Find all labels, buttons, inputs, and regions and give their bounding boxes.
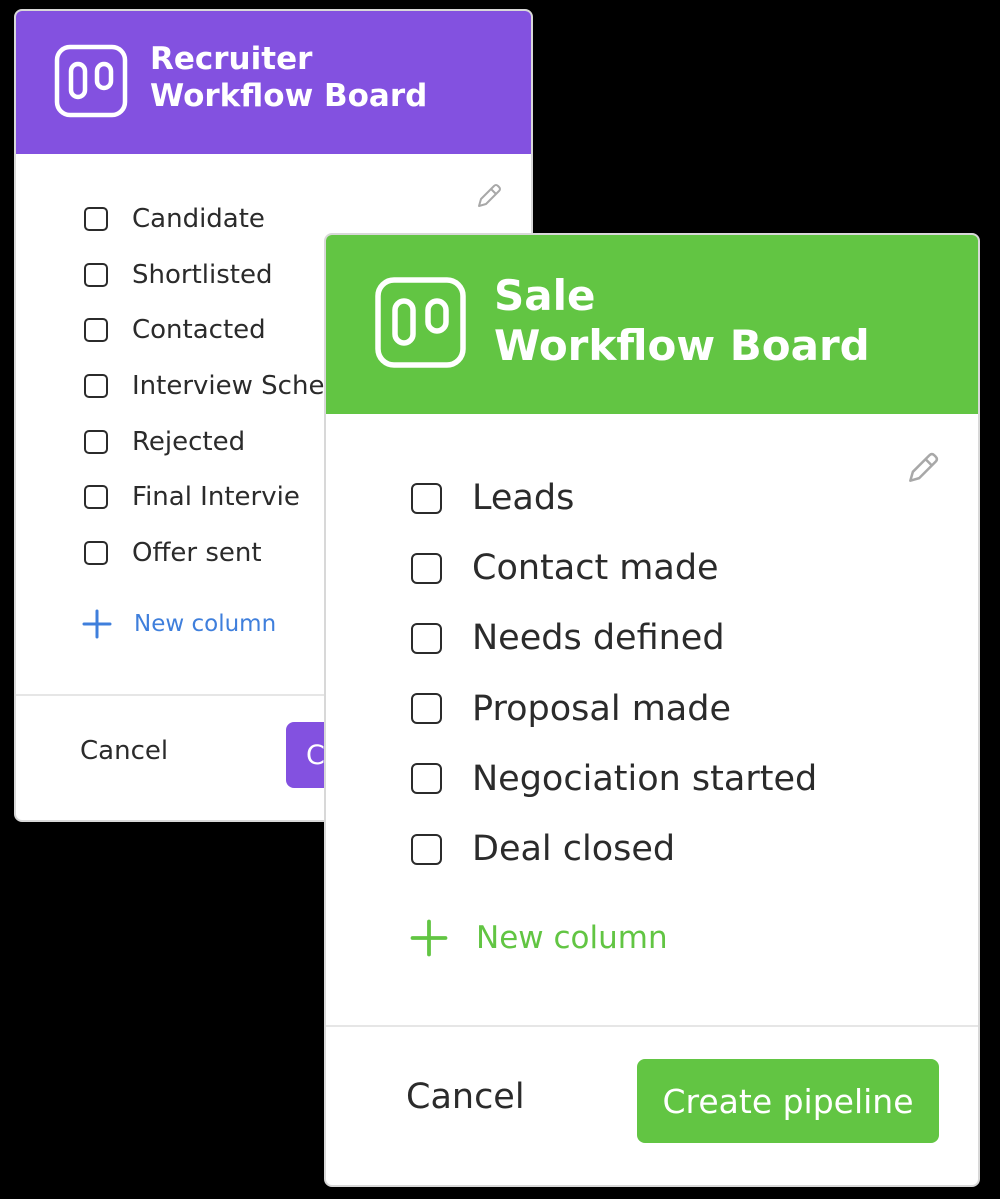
column-label: Candidate xyxy=(132,203,265,234)
column-label: Needs defined xyxy=(472,618,725,659)
column-label: Shortlisted xyxy=(132,259,273,290)
board-title-line1: Sale xyxy=(494,271,596,320)
column-label: Rejected xyxy=(132,426,246,457)
board-title: Recruiter Workflow Board xyxy=(150,41,427,115)
column-checkbox[interactable] xyxy=(84,262,108,287)
board-title-line1: Recruiter xyxy=(150,41,313,77)
sale-workflow-board-card: Sale Workflow Board Leads Contact made N… xyxy=(324,233,980,1187)
column-label: Leads xyxy=(472,478,575,519)
column-label: Final Intervie xyxy=(132,482,300,513)
board-title: Sale Workflow Board xyxy=(494,271,870,372)
cancel-button[interactable]: Cancel xyxy=(80,736,168,766)
column-label: Contact made xyxy=(472,548,719,589)
column-label: Interview Sche xyxy=(132,370,325,401)
plus-icon xyxy=(410,919,448,957)
board-title-line2: Workflow Board xyxy=(150,78,428,115)
column-checkbox[interactable] xyxy=(411,482,442,514)
column-checkbox[interactable] xyxy=(84,485,108,510)
new-column-button[interactable]: New column xyxy=(410,919,668,957)
create-pipeline-button[interactable]: Create pipeline xyxy=(637,1059,939,1143)
column-checkbox[interactable] xyxy=(84,429,108,454)
column-item[interactable]: Rejected xyxy=(84,414,324,470)
column-item[interactable]: Negociation started xyxy=(411,744,817,814)
new-column-label: New column xyxy=(134,611,277,637)
column-label: Deal closed xyxy=(472,829,676,870)
column-item[interactable]: Needs defined xyxy=(411,603,817,673)
column-checkbox[interactable] xyxy=(84,206,108,231)
sale-card-header: Sale Workflow Board xyxy=(326,235,978,414)
column-checkbox[interactable] xyxy=(84,540,108,565)
cancel-button[interactable]: Cancel xyxy=(406,1077,525,1117)
pencil-icon[interactable] xyxy=(474,181,504,211)
new-column-button[interactable]: New column xyxy=(82,609,276,639)
plus-icon xyxy=(82,609,112,639)
column-list: Leads Contact made Needs defined Proposa… xyxy=(411,463,817,884)
column-checkbox[interactable] xyxy=(84,318,108,343)
column-item[interactable]: Interview Sche xyxy=(84,358,324,414)
column-checkbox[interactable] xyxy=(411,693,442,725)
column-item[interactable]: Proposal made xyxy=(411,674,817,744)
column-checkbox[interactable] xyxy=(411,763,442,795)
column-checkbox[interactable] xyxy=(411,622,442,654)
column-item[interactable]: Offer sent xyxy=(84,525,324,581)
pencil-icon[interactable] xyxy=(904,449,942,487)
column-item[interactable]: Leads xyxy=(411,463,817,533)
column-item[interactable]: Candidate xyxy=(84,191,324,247)
column-item[interactable]: Contacted xyxy=(84,302,324,358)
column-checkbox[interactable] xyxy=(411,552,442,584)
column-label: Negociation started xyxy=(472,758,818,799)
column-label: Proposal made xyxy=(472,688,731,729)
kanban-board-icon xyxy=(54,44,128,118)
recruiter-card-header: Recruiter Workflow Board xyxy=(16,11,531,154)
column-label: Contacted xyxy=(132,315,266,346)
column-item[interactable]: Deal closed xyxy=(411,814,817,884)
column-list: Candidate Shortlisted Contacted Intervie… xyxy=(84,191,324,581)
column-label: Offer sent xyxy=(132,537,262,568)
new-column-label: New column xyxy=(476,920,668,956)
card-footer: Cancel Create pipeline xyxy=(326,1025,978,1185)
column-item[interactable]: Final Intervie xyxy=(84,469,324,525)
kanban-board-icon xyxy=(374,276,467,369)
column-checkbox[interactable] xyxy=(411,833,442,865)
column-checkbox[interactable] xyxy=(84,373,108,398)
column-item[interactable]: Shortlisted xyxy=(84,247,324,303)
column-item[interactable]: Contact made xyxy=(411,533,817,603)
board-title-line2: Workflow Board xyxy=(494,321,870,371)
